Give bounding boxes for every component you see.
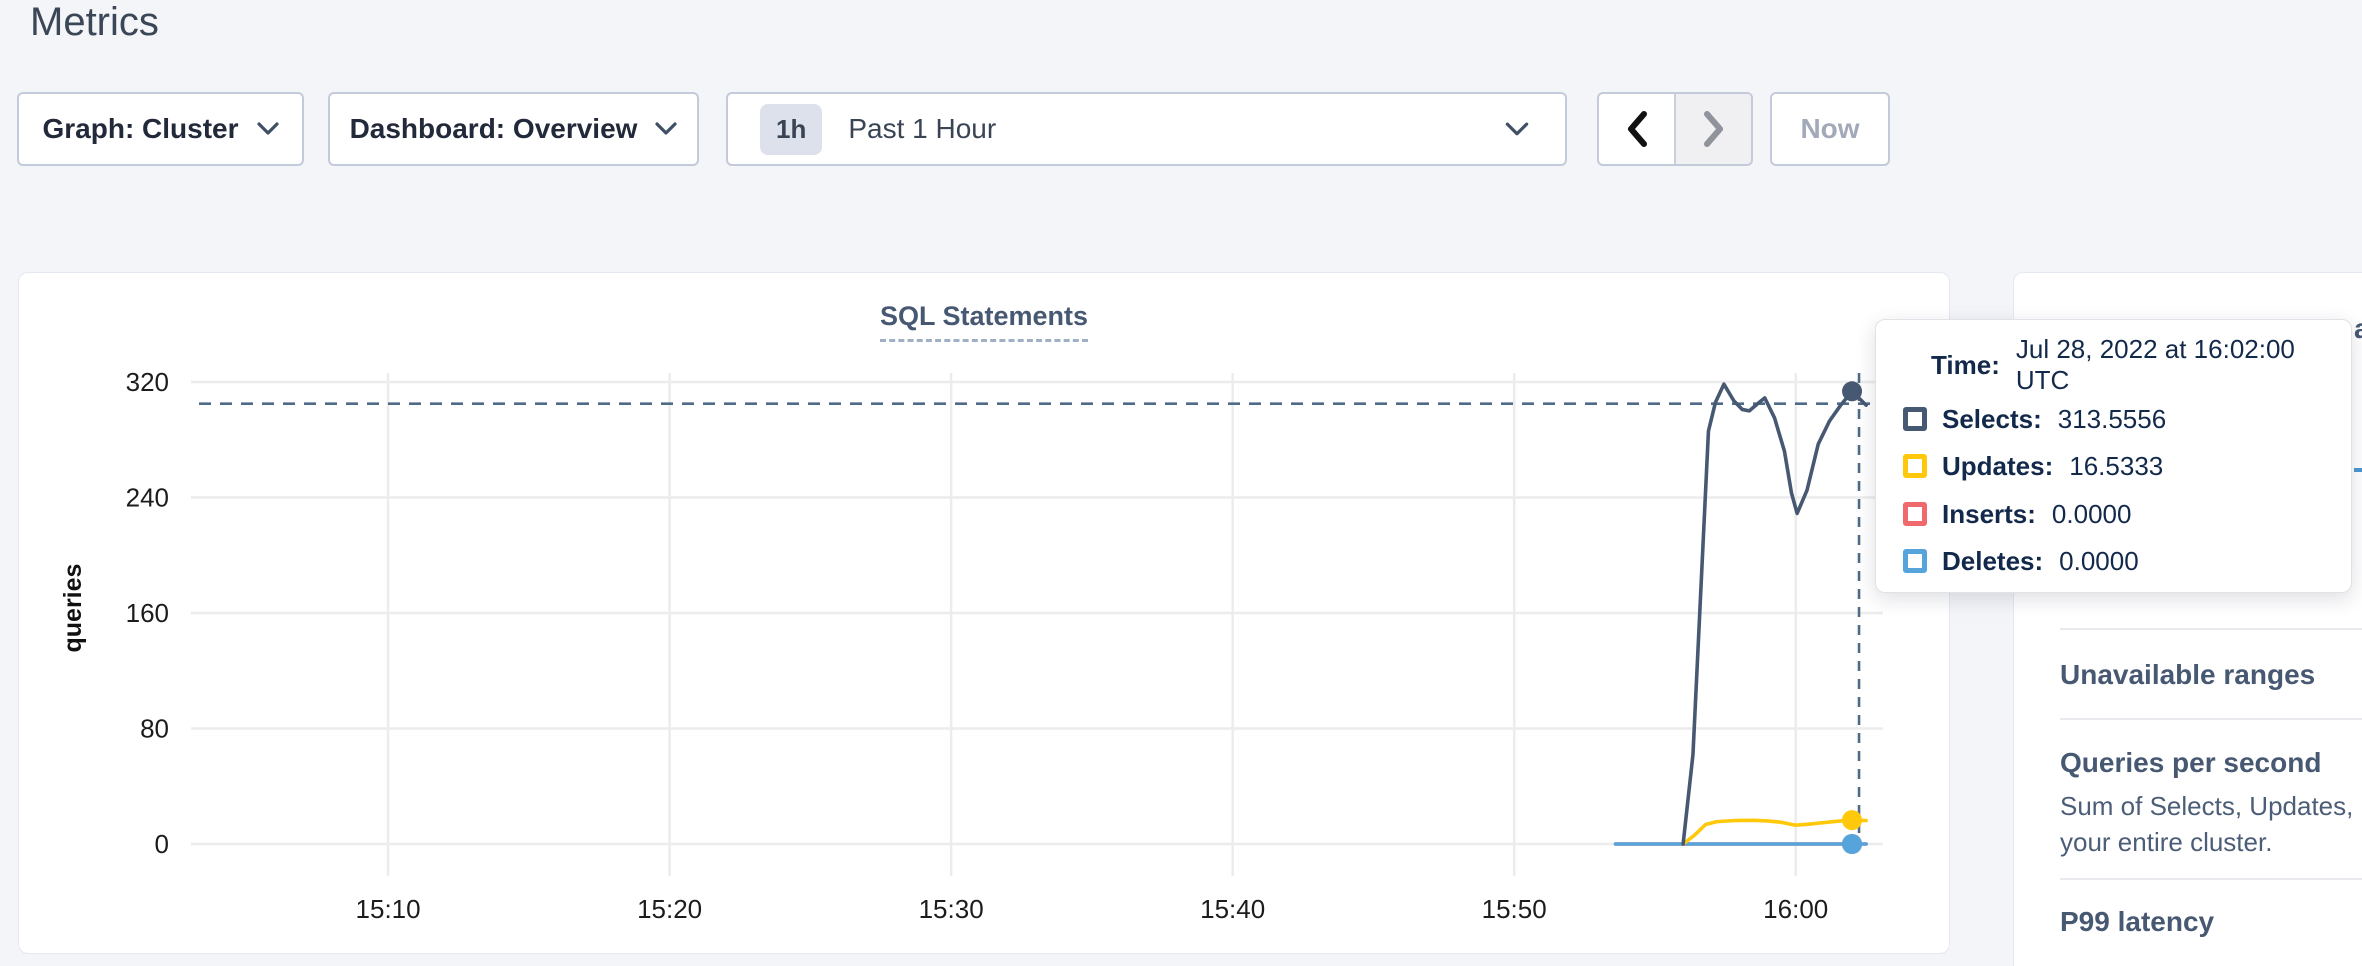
tooltip-time-label: Time: bbox=[1931, 350, 2000, 381]
sidebar-item-queries-per-second: Queries per second bbox=[2060, 748, 2362, 778]
description-line-1: Sum of Selects, Updates, Inserts bbox=[2060, 788, 2362, 824]
sql-statements-chart-card: SQL Statements 08016024032015:1015:2015:… bbox=[18, 272, 1950, 954]
svg-text:0: 0 bbox=[155, 829, 169, 859]
page-title: Metrics bbox=[30, 0, 159, 45]
tooltip-row-value: 313.5556 bbox=[2058, 404, 2166, 435]
tooltip-row-value: 16.5333 bbox=[2069, 451, 2163, 482]
now-button[interactable]: Now bbox=[1770, 92, 1890, 166]
graph-scope-dropdown[interactable]: Graph: Cluster bbox=[17, 92, 304, 166]
tooltip-row-deletes: Deletes: 0.0000 bbox=[1903, 546, 2335, 576]
description-line-2: your entire cluster. bbox=[2060, 824, 2362, 860]
deletes-series-swatch bbox=[1903, 549, 1927, 573]
selects-series-swatch bbox=[1903, 407, 1927, 431]
chevron-down-icon bbox=[655, 122, 677, 136]
tooltip-row-label: Selects: bbox=[1942, 404, 2042, 435]
chevron-down-icon bbox=[1505, 122, 1529, 137]
sidebar-divider bbox=[2060, 628, 2362, 630]
svg-text:15:50: 15:50 bbox=[1482, 894, 1547, 924]
time-range-label: Past 1 Hour bbox=[848, 113, 996, 145]
sidebar-divider bbox=[2060, 878, 2362, 880]
tooltip-row-label: Updates: bbox=[1942, 451, 2053, 482]
tooltip-row-label: Deletes: bbox=[1942, 546, 2043, 577]
clipped-link-underline-fragment bbox=[2354, 468, 2362, 472]
sidebar-item-p99-latency: P99 latency bbox=[2060, 907, 2362, 937]
svg-text:80: 80 bbox=[140, 714, 169, 744]
sidebar-item-description: Sum of Selects, Updates, Inserts your en… bbox=[2060, 788, 2362, 860]
clipped-sidebar-text-fragment: a bbox=[2354, 313, 2362, 345]
tooltip-row-value: 0.0000 bbox=[2052, 499, 2132, 530]
svg-text:15:40: 15:40 bbox=[1200, 894, 1265, 924]
graph-scope-dropdown-label: Graph: Cluster bbox=[42, 113, 238, 145]
tooltip-row-inserts: Inserts: 0.0000 bbox=[1903, 499, 2335, 529]
svg-text:320: 320 bbox=[126, 367, 169, 397]
tooltip-row-label: Inserts: bbox=[1942, 499, 2036, 530]
metrics-page: { "page": { "title": "Metrics" }, "toolb… bbox=[0, 0, 2362, 966]
tooltip-time-row: Time: Jul 28, 2022 at 16:02:00 UTC bbox=[1931, 350, 2335, 380]
tooltip-row-updates: Updates: 16.5333 bbox=[1903, 451, 2335, 481]
chevron-right-icon bbox=[1702, 111, 1726, 147]
next-range-button[interactable] bbox=[1674, 94, 1751, 164]
sidebar-item-unavailable-ranges: Unavailable ranges bbox=[2060, 660, 2362, 690]
dashboard-dropdown[interactable]: Dashboard: Overview bbox=[328, 92, 699, 166]
inserts-series-swatch bbox=[1903, 502, 1927, 526]
previous-range-button[interactable] bbox=[1599, 94, 1674, 164]
sidebar-divider bbox=[2060, 718, 2362, 720]
time-range-picker[interactable]: 1h Past 1 Hour bbox=[726, 92, 1567, 166]
tooltip-row-value: 0.0000 bbox=[2059, 546, 2139, 577]
tooltip-time-value: Jul 28, 2022 at 16:02:00 UTC bbox=[2016, 334, 2335, 396]
svg-text:16:00: 16:00 bbox=[1763, 894, 1828, 924]
chevron-left-icon bbox=[1625, 111, 1649, 147]
svg-text:queries: queries bbox=[59, 564, 87, 653]
time-step-buttons bbox=[1597, 92, 1753, 166]
svg-text:15:20: 15:20 bbox=[637, 894, 702, 924]
svg-text:15:30: 15:30 bbox=[919, 894, 984, 924]
chevron-down-icon bbox=[257, 122, 279, 136]
chart-hover-tooltip: Time: Jul 28, 2022 at 16:02:00 UTC Selec… bbox=[1875, 319, 2352, 593]
updates-series-swatch bbox=[1903, 454, 1927, 478]
dashboard-dropdown-label: Dashboard: Overview bbox=[350, 113, 638, 145]
svg-text:160: 160 bbox=[126, 598, 169, 628]
svg-text:240: 240 bbox=[126, 483, 169, 513]
tooltip-row-selects: Selects: 313.5556 bbox=[1903, 404, 2335, 434]
sql-statements-chart-plot[interactable]: 0 80 160 240 320 15:10 15:20 15:30 15:40 15:50 16:… bbox=[19, 273, 1951, 955]
svg-text:15:10: 15:10 bbox=[356, 894, 421, 924]
time-range-badge: 1h bbox=[760, 104, 822, 155]
